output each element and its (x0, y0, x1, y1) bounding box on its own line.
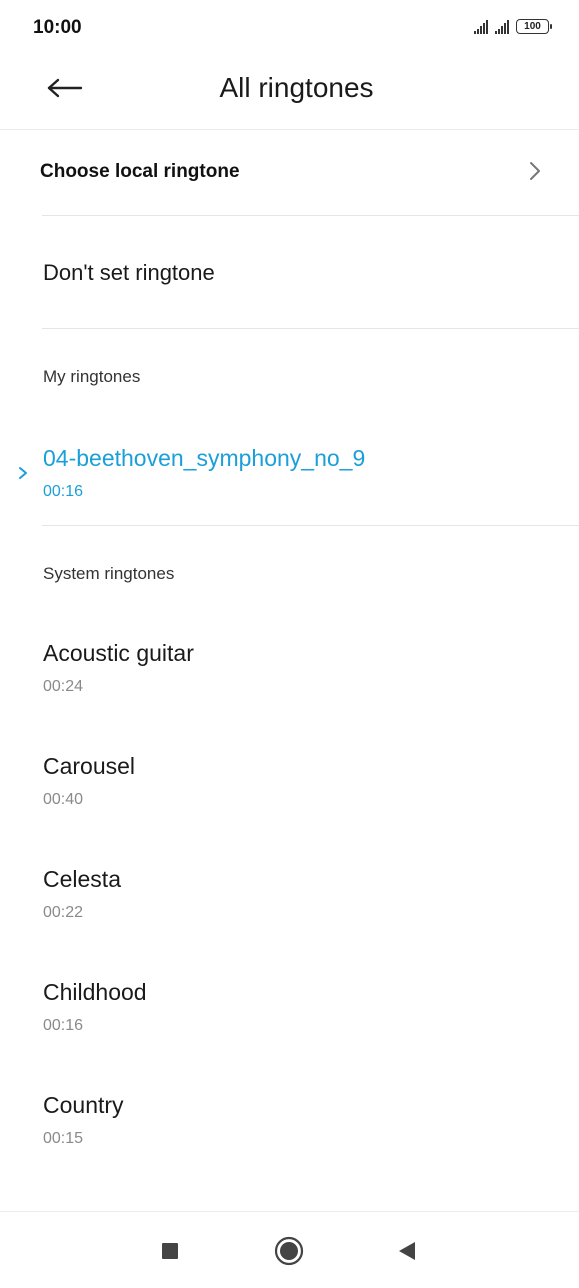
recents-button[interactable] (150, 1236, 190, 1266)
choose-local-ringtone-label: Choose local ringtone (40, 161, 240, 182)
square-icon (162, 1243, 178, 1259)
ringtone-item[interactable]: Country 00:15 (0, 1092, 579, 1192)
ringtone-name: Celesta (43, 866, 121, 892)
status-bar: 10:00 100 (0, 0, 579, 56)
dont-set-ringtone-label: Don't set ringtone (43, 260, 215, 285)
home-button[interactable] (269, 1236, 309, 1266)
status-icons: 100 (474, 19, 552, 34)
ringtone-item[interactable]: Carousel 00:40 (0, 753, 579, 853)
ringtone-name: 04-beethoven_symphony_no_9 (43, 445, 366, 471)
ringtone-duration: 00:16 (43, 483, 84, 500)
ringtone-duration: 00:22 (43, 904, 84, 921)
ringtone-duration: 00:24 (43, 678, 84, 695)
signal-icon (495, 20, 509, 34)
ringtone-duration: 00:16 (43, 1017, 84, 1034)
system-nav-bar (0, 1211, 579, 1288)
divider (42, 328, 579, 329)
battery-level: 100 (524, 21, 541, 32)
chevron-right-icon (19, 467, 27, 479)
ringtone-item-selected[interactable]: 04-beethoven_symphony_no_9 00:16 (0, 445, 579, 545)
dont-set-ringtone-row[interactable]: Don't set ringtone (0, 216, 579, 328)
page-title: All ringtones (219, 72, 374, 103)
ringtone-name: Childhood (43, 979, 147, 1005)
signal-icon (474, 20, 488, 34)
nav-back-button[interactable] (387, 1236, 427, 1266)
battery-icon: 100 (516, 19, 552, 34)
divider (42, 525, 579, 526)
section-system-ringtones: System ringtones (43, 564, 175, 583)
chevron-right-icon (530, 162, 540, 180)
ringtone-item[interactable]: Celesta 00:22 (0, 866, 579, 966)
ringtone-duration: 00:40 (43, 791, 84, 808)
choose-local-ringtone-row[interactable]: Choose local ringtone (0, 131, 579, 215)
ringtone-name: Country (43, 1092, 124, 1118)
status-time: 10:00 (33, 17, 82, 38)
ringtone-duration: 00:15 (43, 1130, 84, 1147)
triangle-left-icon (399, 1242, 415, 1260)
section-my-ringtones: My ringtones (43, 367, 141, 386)
ringtone-item[interactable]: Acoustic guitar 00:24 (0, 640, 579, 740)
ringtone-item[interactable]: Childhood 00:16 (0, 979, 579, 1079)
ringtone-name: Carousel (43, 753, 136, 779)
circle-icon (274, 1236, 304, 1266)
ringtone-name: Acoustic guitar (43, 640, 194, 666)
app-header: All ringtones (0, 56, 579, 130)
